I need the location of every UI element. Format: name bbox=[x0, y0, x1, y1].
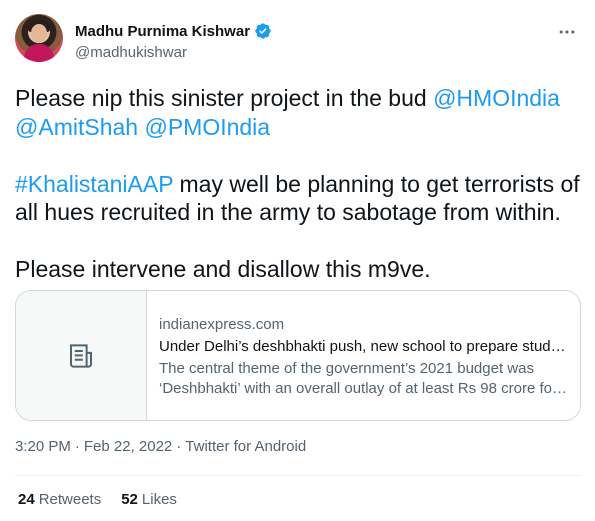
meta-separator: · bbox=[176, 438, 182, 455]
mention-hmoindia[interactable]: @HMOIndia bbox=[433, 85, 560, 111]
tweet-date[interactable]: Feb 22, 2022 bbox=[84, 438, 172, 455]
document-icon bbox=[70, 343, 92, 368]
divider bbox=[15, 475, 581, 476]
card-description-line-2: ‘Deshbhakti’ with an overall outlay of a… bbox=[159, 380, 568, 397]
tweet-paragraph-2: #KhalistaniAAP may well be planning to g… bbox=[15, 170, 581, 227]
mention-pmoindia[interactable]: @PMOIndia bbox=[144, 114, 270, 140]
card-description-line-1: The central theme of the government’s 20… bbox=[159, 360, 534, 377]
likes-count: 52 bbox=[121, 491, 138, 508]
tweet-paragraph-1: Please nip this sinister project in the … bbox=[15, 84, 581, 141]
link-preview-card[interactable]: indianexpress.com Under Delhi’s deshbhak… bbox=[15, 290, 581, 421]
hashtag-khalistaniaap[interactable]: #KhalistaniAAP bbox=[15, 171, 173, 197]
avatar-shirt bbox=[24, 44, 54, 62]
tweet-meta: 3:20 PM · Feb 22, 2022 · Twitter for And… bbox=[15, 438, 306, 455]
tweet-text-segment: Please nip this sinister project in the … bbox=[15, 85, 434, 111]
retweets-count: 24 bbox=[18, 491, 35, 508]
engagement-stats: 24 Retweets 52 Likes bbox=[18, 491, 177, 508]
tweet-source[interactable]: Twitter for Android bbox=[185, 438, 306, 455]
verified-badge-icon bbox=[255, 23, 271, 39]
tweet-text: Please nip this sinister project in the … bbox=[15, 84, 581, 284]
card-body[interactable]: indianexpress.com Under Delhi’s deshbhak… bbox=[147, 291, 580, 420]
name-row[interactable]: Madhu Purnima Kishwar bbox=[75, 22, 272, 40]
tweet-header: Madhu Purnima Kishwar @madhukishwar bbox=[15, 14, 581, 66]
meta-separator: · bbox=[74, 438, 80, 455]
more-dots-icon bbox=[559, 30, 575, 34]
card-description: The central theme of the government’s 20… bbox=[159, 359, 568, 399]
more-horizontal-icon[interactable] bbox=[555, 20, 579, 44]
card-title: Under Delhi’s deshbhakti push, new schoo… bbox=[159, 338, 568, 355]
tweet-time[interactable]: 3:20 PM bbox=[15, 438, 71, 455]
author-handle[interactable]: @madhukishwar bbox=[75, 44, 187, 61]
display-name[interactable]: Madhu Purnima Kishwar bbox=[75, 23, 250, 40]
card-thumbnail[interactable] bbox=[16, 291, 147, 420]
likes-label: Likes bbox=[141, 491, 177, 508]
tweet-paragraph-3: Please intervene and disallow this m9ve. bbox=[15, 256, 431, 282]
retweets-stat[interactable]: 24 Retweets bbox=[18, 491, 101, 508]
likes-stat[interactable]: 52 Likes bbox=[121, 491, 177, 508]
mention-amitshah[interactable]: @AmitShah bbox=[15, 114, 138, 140]
card-domain: indianexpress.com bbox=[159, 316, 285, 333]
avatar[interactable] bbox=[15, 14, 63, 62]
avatar-face bbox=[31, 24, 47, 42]
retweets-label: Retweets bbox=[38, 491, 102, 508]
